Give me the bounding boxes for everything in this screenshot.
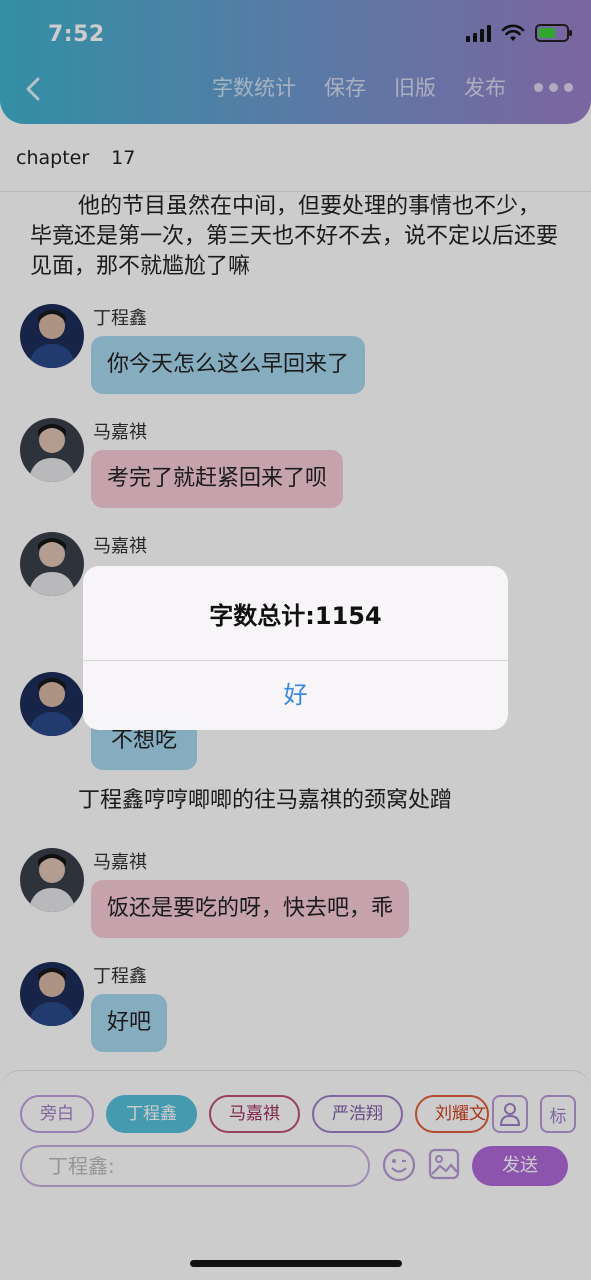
word-count-dialog: 字数总计:1154 好: [83, 566, 508, 730]
dialog-title: 字数总计:1154: [209, 602, 382, 630]
dialog-ok-button[interactable]: 好: [83, 661, 508, 730]
home-indicator[interactable]: [190, 1260, 402, 1267]
